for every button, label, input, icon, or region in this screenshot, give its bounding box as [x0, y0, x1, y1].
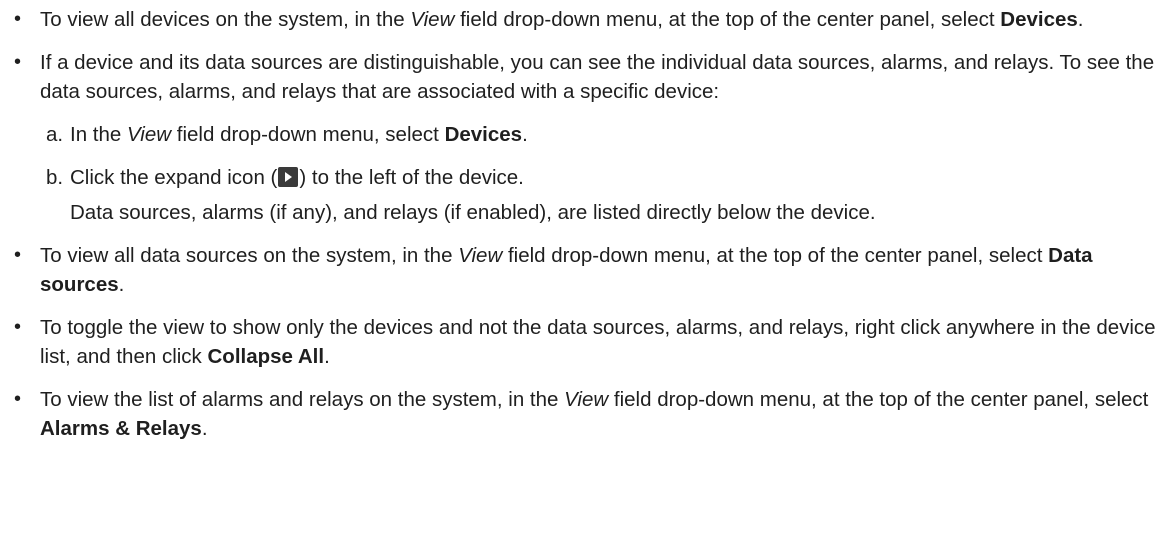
step-text: . [522, 123, 528, 146]
step-item: a. In the View field drop-down menu, sel… [40, 120, 1173, 149]
item-text: To view the list of alarms and relays on… [40, 388, 565, 411]
item-text: field drop-down menu, at the top of the … [608, 388, 1149, 411]
menu-option-ref: Alarms & Relays [40, 417, 202, 440]
menu-option-ref: Collapse All [207, 345, 325, 368]
bullet-marker: • [14, 388, 22, 410]
document-body: • To view all devices on the system, in … [0, 0, 1173, 443]
list-item: • To view all data sources on the system… [0, 241, 1173, 299]
item-text: . [1077, 8, 1084, 31]
expand-icon [278, 167, 299, 187]
step-list: a. In the View field drop-down menu, sel… [40, 120, 1173, 227]
view-field-ref: View [410, 8, 455, 31]
item-text: . [118, 273, 125, 296]
step-text: field drop-down menu, select [171, 123, 445, 146]
list-item: • To toggle the view to show only the de… [0, 313, 1173, 371]
item-text: . [201, 417, 208, 440]
bullet-marker: • [14, 51, 22, 73]
step-text: ) to the left of the device. [299, 166, 524, 189]
list-item: • To view all devices on the system, in … [0, 5, 1173, 34]
menu-option-ref: Devices [444, 123, 523, 146]
bullet-marker: • [14, 316, 22, 338]
step-item: b. Click the expand icon ( ) to the left … [40, 163, 1173, 227]
list-item: • To view the list of alarms and relays … [0, 385, 1173, 443]
bullet-marker: • [14, 8, 22, 30]
item-text: To view all devices on the system, in th… [40, 8, 411, 31]
view-field-ref: View [564, 388, 609, 411]
item-text: field drop-down menu, at the top of the … [502, 244, 1049, 267]
view-field-ref: View [127, 123, 172, 146]
item-text: To view all data sources on the system, … [40, 244, 459, 267]
instruction-list: • To view all devices on the system, in … [0, 5, 1173, 443]
bullet-marker: • [14, 244, 22, 266]
step-letter: a. [46, 123, 64, 146]
step-text: In the [70, 123, 127, 146]
menu-option-ref: Devices [1000, 8, 1078, 31]
step-letter: b. [46, 166, 64, 189]
item-text: field drop-down menu, at the top of the … [454, 8, 1001, 31]
item-text: . [324, 345, 330, 368]
view-field-ref: View [458, 244, 503, 267]
step-note: Data sources, alarms (if any), and relay… [70, 201, 876, 224]
list-item: • If a device and its data sources are d… [0, 48, 1173, 227]
item-text: If a device and its data sources are dis… [40, 51, 1155, 103]
step-text: Click the expand icon ( [70, 166, 278, 189]
